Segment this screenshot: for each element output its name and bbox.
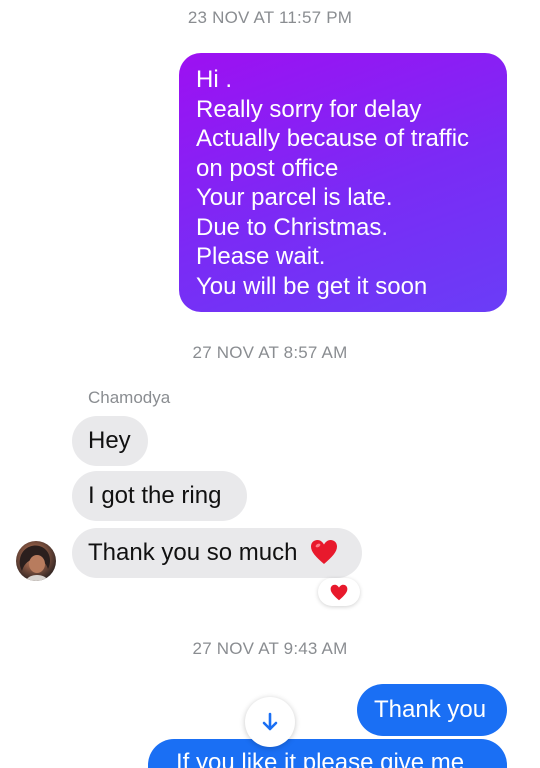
- message-bubble-incoming[interactable]: I got the ring: [72, 471, 247, 521]
- timestamp: 23 NOV AT 11:57 PM: [187, 8, 353, 27]
- message-line: on post office: [196, 154, 339, 182]
- timestamp: 27 NOV AT 8:57 AM: [192, 343, 348, 362]
- message-text: Hey: [88, 427, 131, 454]
- chat-thread: 23 NOV AT 11:57 PM Hi . Really sorry for…: [0, 0, 540, 768]
- message-line: You will be get it soon: [196, 272, 428, 300]
- message-bubble-outgoing[interactable]: Hi . Really sorry for delay Actually bec…: [179, 53, 507, 312]
- message-line: Your parcel is late.: [196, 184, 393, 211]
- heart-emoji-icon: [311, 539, 338, 564]
- sender-name: Chamodya: [88, 388, 171, 407]
- arrow-down-icon: [262, 712, 278, 731]
- timestamp: 27 NOV AT 9:43 AM: [192, 639, 348, 658]
- message-bubble-outgoing[interactable]: Thank you: [357, 684, 507, 736]
- message-text: Thank you: [374, 696, 487, 723]
- scroll-to-bottom-button[interactable]: [245, 697, 295, 747]
- heart-icon: [330, 584, 348, 600]
- message-line: Actually because of traffic: [196, 125, 470, 152]
- message-bubble-incoming[interactable]: Hey: [72, 416, 148, 466]
- avatar[interactable]: [16, 541, 56, 581]
- message-bubble-outgoing[interactable]: If you like it please give me: [148, 739, 507, 768]
- message-line: Please wait.: [196, 243, 326, 270]
- message-text: If you like it please give me: [176, 749, 465, 768]
- reaction-badge[interactable]: [318, 578, 360, 606]
- message-line: Hi .: [196, 66, 232, 93]
- message-text: Thank you so much: [88, 539, 298, 566]
- message-bubble-incoming[interactable]: Thank you so much: [72, 528, 362, 578]
- message-text: I got the ring: [88, 482, 222, 509]
- message-line: Really sorry for delay: [196, 95, 422, 123]
- avatar-image: [19, 545, 50, 581]
- message-line: Due to Christmas.: [196, 213, 389, 241]
